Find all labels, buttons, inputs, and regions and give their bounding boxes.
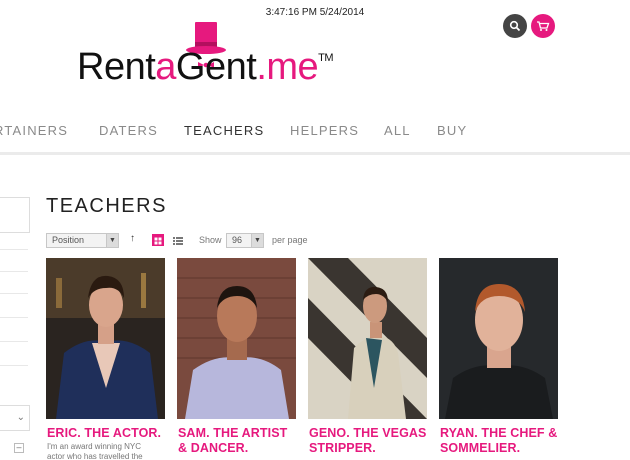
cart-icon[interactable] <box>531 14 555 38</box>
sort-direction-icon[interactable]: ↑ <box>130 233 135 244</box>
sidebar-divider <box>0 271 28 272</box>
product-card[interactable]: SAM. THE ARTIST & DANCER. <box>177 258 296 460</box>
filter-sidebar: ⌄ – <box>0 197 30 460</box>
product-card[interactable]: ERIC. THE ACTOR. I'm an award winning NY… <box>46 258 165 460</box>
product-grid: ERIC. THE ACTOR. I'm an award winning NY… <box>46 258 566 460</box>
product-name[interactable]: SAM. THE ARTIST & DANCER. <box>178 426 298 456</box>
product-name[interactable]: RYAN. THE CHEF & SOMMELIER. <box>440 426 560 456</box>
product-name-line[interactable]: SOMMELIER. <box>440 441 560 456</box>
main-nav: RTAINERS DATERS TEACHERS HELPERS ALL BUY <box>0 112 630 148</box>
product-description: I'm an award winning NYC actor who has t… <box>47 442 143 460</box>
chevron-down-icon: ▼ <box>251 234 263 247</box>
nav-item-daters[interactable]: DATERS <box>99 123 158 138</box>
per-page-label: per page <box>272 235 308 245</box>
limit-value: 96 <box>232 235 243 245</box>
nav-item-teachers[interactable]: TEACHERS <box>184 123 264 138</box>
product-photo[interactable] <box>308 258 427 419</box>
chevron-down-icon: ⌄ <box>16 412 25 423</box>
product-name-line[interactable]: STRIPPER. <box>309 441 429 456</box>
product-name-line[interactable]: RYAN. THE CHEF & <box>440 426 560 441</box>
sidebar-divider <box>0 365 28 366</box>
site-logo[interactable]: RentaGent.meTM <box>77 22 367 94</box>
sort-by-value: Position <box>52 235 85 245</box>
collapse-icon[interactable]: – <box>14 443 24 453</box>
nav-divider <box>0 152 630 155</box>
sidebar-divider <box>0 293 28 294</box>
sidebar-panel <box>0 197 30 233</box>
grid-view-icon[interactable] <box>152 234 164 246</box>
header-actions <box>503 14 555 38</box>
sort-by-select[interactable]: Position ▼ <box>46 233 119 248</box>
nav-item-buy[interactable]: BUY <box>437 123 467 138</box>
page-title: TEACHERS <box>46 195 167 217</box>
search-icon[interactable] <box>503 14 527 38</box>
product-name[interactable]: GENO. THE VEGAS STRIPPER. <box>309 426 429 456</box>
logo-wordmark: RentaGent.meTM <box>77 46 334 88</box>
product-photo[interactable] <box>439 258 558 419</box>
product-toolbar: Position ▼ ↑ Show 96 ▼ per page <box>46 232 316 250</box>
nav-item-helpers[interactable]: HELPERS <box>290 123 359 138</box>
sidebar-divider <box>0 341 28 342</box>
product-card[interactable]: RYAN. THE CHEF & SOMMELIER. <box>439 258 558 460</box>
chevron-down-icon: ▼ <box>106 234 118 247</box>
product-name-line[interactable]: & DANCER. <box>178 441 298 456</box>
nav-item-entertainers[interactable]: RTAINERS <box>0 123 68 138</box>
sidebar-divider <box>0 317 28 318</box>
sidebar-dropdown[interactable]: ⌄ <box>0 405 30 431</box>
product-name[interactable]: ERIC. THE ACTOR. <box>47 426 167 441</box>
sidebar-divider <box>0 249 28 250</box>
limit-select[interactable]: 96 ▼ <box>226 233 264 248</box>
product-name-line[interactable]: SAM. THE ARTIST <box>178 426 298 441</box>
product-photo[interactable] <box>46 258 165 419</box>
list-view-icon[interactable] <box>172 234 184 246</box>
nav-item-all[interactable]: ALL <box>384 123 411 138</box>
product-name-line[interactable]: GENO. THE VEGAS <box>309 426 429 441</box>
show-label: Show <box>199 235 222 245</box>
product-photo[interactable] <box>177 258 296 419</box>
product-name-line[interactable]: ERIC. THE ACTOR. <box>47 426 167 441</box>
product-card[interactable]: GENO. THE VEGAS STRIPPER. <box>308 258 427 460</box>
